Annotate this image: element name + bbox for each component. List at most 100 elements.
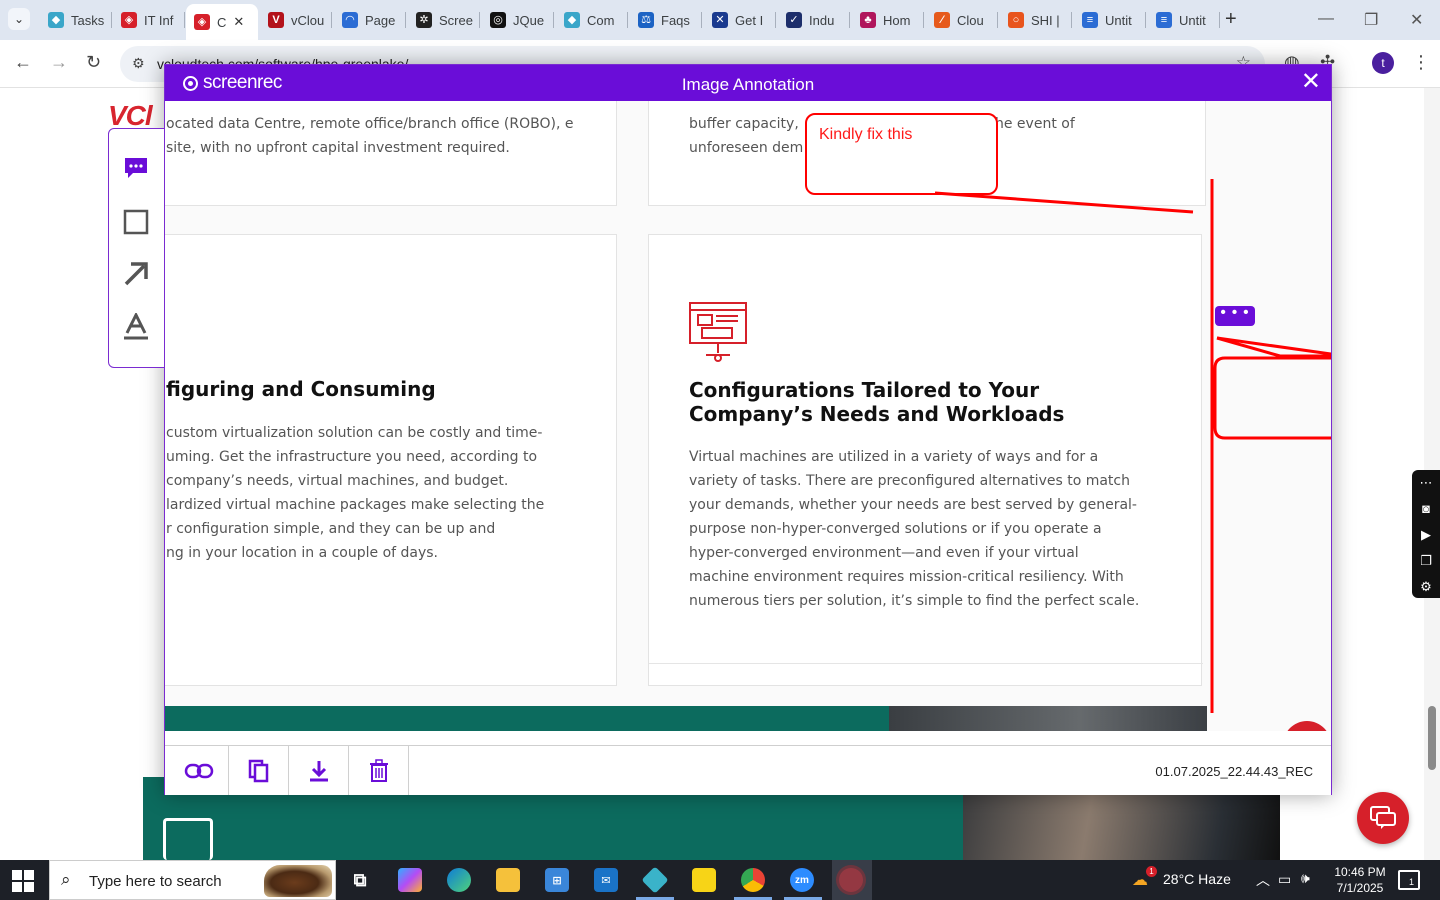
tab-search-button[interactable]: ⌄ <box>8 8 30 30</box>
notification-center-icon[interactable]: 1 <box>1398 870 1420 890</box>
rectangle-tool[interactable] <box>121 207 151 237</box>
tab-favicon-icon: ◠ <box>342 12 358 28</box>
tab-favicon-icon: ⚖ <box>638 12 654 28</box>
arrow-tool[interactable] <box>121 259 151 289</box>
tab-label: Get I <box>735 12 764 28</box>
tab-separator <box>331 12 332 28</box>
browser-tab[interactable]: ≡ Untit <box>1148 4 1220 36</box>
browser-tab[interactable]: ◎ JQue <box>482 4 554 36</box>
file-explorer-icon[interactable] <box>496 868 520 892</box>
taskbar-search-box[interactable]: ⌕ Type here to search <box>49 860 336 900</box>
page-scrollbar-thumb[interactable] <box>1428 706 1436 770</box>
text-tool[interactable] <box>121 312 151 342</box>
browser-tab[interactable]: ⚖ Faqs <box>630 4 702 36</box>
chrome-icon[interactable] <box>741 868 765 892</box>
dock-grip-icon[interactable]: ⋯ <box>1412 470 1440 496</box>
tab-label: Tasks <box>71 12 105 28</box>
mail-icon[interactable]: ✉ <box>594 868 618 892</box>
volume-icon[interactable]: 🕪 <box>1301 870 1310 887</box>
browser-tab[interactable]: ◆ Com <box>556 4 628 36</box>
window-icon[interactable]: ❐ <box>1412 548 1440 574</box>
annotation-rectangle-partial[interactable] <box>1213 356 1331 440</box>
taskbar-clock[interactable]: 10:46 PM 7/1/2025 <box>1329 864 1391 896</box>
network-icon[interactable]: ▭ <box>1278 871 1291 888</box>
delete-button[interactable] <box>349 746 409 795</box>
tab-favicon-icon: ≡ <box>1082 12 1098 28</box>
tab-favicon-icon: ♣ <box>860 12 876 28</box>
browser-tab[interactable]: ✓ Indu <box>778 4 850 36</box>
browser-tab[interactable]: VvClou <box>260 4 332 36</box>
site-info-icon[interactable]: ⚙ <box>132 55 145 72</box>
chat-icon <box>1370 806 1396 829</box>
zoom-icon[interactable]: zm <box>790 868 814 892</box>
page-section-icon <box>163 818 213 860</box>
taskbar-focused-app <box>832 860 872 900</box>
settings-gear-icon[interactable]: ⚙ <box>1412 574 1440 600</box>
browser-tab[interactable]: ≡ Untit <box>1074 4 1146 36</box>
windows-taskbar: ⌕ Type here to search ⧉ ⊞ ✉ zm ☁ 1 28°C … <box>0 860 1440 900</box>
copy-button[interactable] <box>229 746 289 795</box>
video-icon[interactable]: ▶ <box>1412 522 1440 548</box>
annotation-arrow-edge[interactable] <box>1216 336 1331 356</box>
reload-icon[interactable]: ↻ <box>86 52 101 73</box>
edge-icon[interactable] <box>447 868 471 892</box>
annotation-more-button[interactable]: • • • <box>1215 305 1255 326</box>
tab-label: Page <box>365 12 396 28</box>
search-highlight-image[interactable] <box>264 865 332 897</box>
browser-tab[interactable]: ✕ Get I <box>704 4 776 36</box>
sticky-notes-icon[interactable] <box>692 868 716 892</box>
store-icon[interactable]: ⊞ <box>545 868 569 892</box>
windows-start-icon[interactable] <box>12 870 34 892</box>
tray-chevron-icon[interactable]: ︿ <box>1256 870 1270 890</box>
weather-text[interactable]: 28°C Haze <box>1163 871 1231 887</box>
tab-label: Clou <box>957 12 984 28</box>
tab-favicon-icon: ≡ <box>1156 12 1172 28</box>
back-icon[interactable]: ← <box>14 52 32 73</box>
restore-button[interactable]: ❐ <box>1364 10 1378 30</box>
browser-tab[interactable]: ○ SHI | <box>1000 4 1072 36</box>
app-diamond-icon[interactable] <box>641 866 669 894</box>
browser-tab[interactable]: ◠ Page <box>334 4 406 36</box>
minimize-button[interactable]: — <box>1318 10 1334 28</box>
annotation-comment-box[interactable]: Kindly fix this <box>805 113 998 195</box>
annotation-line[interactable] <box>934 191 1194 214</box>
annotation-layer[interactable] <box>165 101 1331 731</box>
browser-tab[interactable]: ◈ IT Inf <box>113 4 185 36</box>
browser-tab[interactable]: ♣ Hom <box>852 4 924 36</box>
new-tab-button[interactable]: + <box>1225 8 1237 31</box>
browser-tab[interactable]: ◆ Tasks <box>40 4 112 36</box>
forward-icon[interactable]: → <box>50 52 68 73</box>
task-view-icon[interactable]: ⧉ <box>348 868 372 892</box>
browser-menu-icon[interactable]: ⋮ <box>1412 52 1430 73</box>
modal-footer: 01.07.2025_22.44.43_REC <box>165 745 1331 795</box>
tab-favicon-icon: ◆ <box>564 12 580 28</box>
text-icon <box>124 313 148 340</box>
download-button[interactable] <box>289 746 349 795</box>
close-icon[interactable]: ✕ <box>1301 70 1321 94</box>
comment-tool[interactable] <box>121 153 151 183</box>
tab-favicon-icon: ✓ <box>786 12 802 28</box>
copilot-icon[interactable] <box>398 868 422 892</box>
tab-label: Untit <box>1105 12 1132 28</box>
tab-favicon-icon: ✕ <box>712 12 728 28</box>
tab-label: Indu <box>809 12 835 28</box>
tab-close-icon[interactable]: ✕ <box>233 14 244 30</box>
camera-icon[interactable]: ◙ <box>1412 496 1440 522</box>
chat-widget-button[interactable] <box>1357 792 1409 844</box>
tab-label: IT Inf <box>144 12 174 28</box>
profile-avatar[interactable]: t <box>1372 52 1394 74</box>
annotation-comment-text[interactable]: Kindly fix this <box>819 126 912 144</box>
tab-favicon-icon: ○ <box>1008 12 1024 28</box>
tab-separator <box>111 12 112 28</box>
tab-favicon-icon: ◈ <box>194 14 210 30</box>
tab-separator <box>627 12 628 28</box>
close-window-button[interactable]: ✕ <box>1410 10 1423 30</box>
tab-separator <box>184 12 185 28</box>
browser-tab[interactable]: ⁄ Clou <box>926 4 998 36</box>
annotation-canvas[interactable]: ocated data Centre, remote office/branch… <box>165 101 1331 731</box>
tab-strip: ⌄ ◆ Tasks ◈ IT Inf ◈ C ✕ VvClou ◠ Page ✲ Scree ◎ JQue… <box>0 0 1440 40</box>
recording-filename: 01.07.2025_22.44.43_REC <box>1155 764 1313 779</box>
browser-tab[interactable]: ◈ C ✕ <box>186 4 258 40</box>
browser-tab[interactable]: ✲ Scree <box>408 4 480 36</box>
link-button[interactable] <box>169 746 229 795</box>
